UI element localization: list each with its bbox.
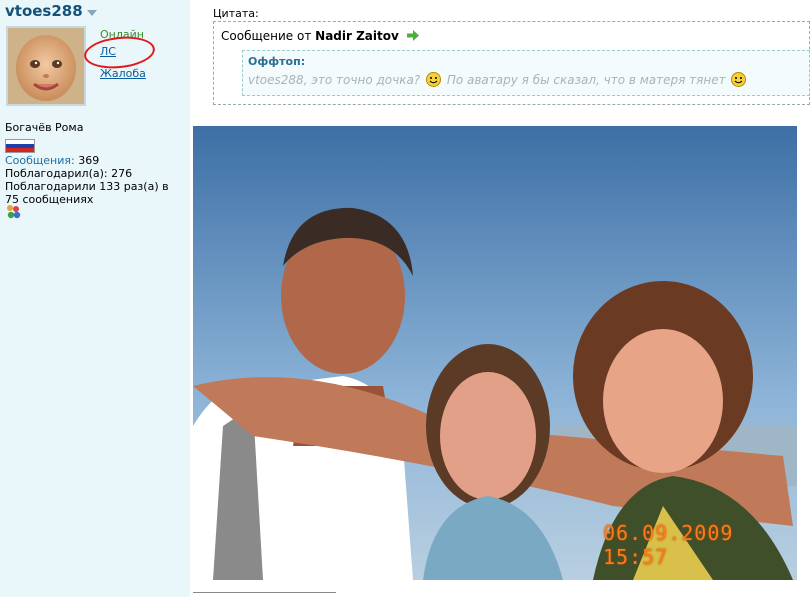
posts-link[interactable]: Сообщения: [5, 154, 75, 167]
divider [193, 592, 336, 593]
reputation-icon [5, 204, 23, 223]
user-stats: Сообщения: 369 Поблагодарил(а): 276 Побл… [5, 154, 185, 206]
quote-label: Цитата: [213, 7, 259, 20]
family-photo-image [193, 126, 797, 580]
username-row[interactable]: vtoes288 [5, 2, 97, 20]
post-photo[interactable]: 06.09.2009 15:57 [193, 126, 797, 580]
report-link[interactable]: Жалоба [100, 67, 146, 80]
view-post-arrow-icon[interactable] [406, 30, 419, 44]
offtop-text-part2: По аватару я бы сказал, что в матеря тян… [446, 73, 726, 87]
baby-avatar-image [8, 28, 84, 104]
posts-count: 369 [78, 154, 100, 167]
real-name: Богачёв Рома [5, 121, 84, 134]
photo-timestamp: 06.09.2009 15:57 [603, 521, 734, 569]
offtop-text: vtoes288, это точно дочка? По аватару я … [248, 72, 748, 90]
smiley-icon [731, 72, 747, 90]
offtop-text-part1: vtoes288, это точно дочка? [248, 73, 421, 87]
offtop-title: Оффтоп: [248, 55, 306, 68]
quote-author: Nadir Zaitov [315, 29, 399, 43]
username[interactable]: vtoes288 [5, 2, 83, 20]
offtop-block: Оффтоп: vtoes288, это точно дочка? По ав… [242, 50, 810, 96]
russia-flag-icon [5, 139, 35, 153]
avatar[interactable] [6, 26, 86, 106]
private-message-link[interactable]: ЛС [100, 45, 116, 58]
thanks-received: Поблагодарили 133 раз(а) в 75 сообщениях [5, 180, 169, 206]
posts-count-line: Сообщения: 369 [5, 154, 185, 167]
quote-prefix: Сообщение от [221, 29, 312, 43]
thanked-count: Поблагодарил(а): 276 [5, 167, 133, 180]
user-sidebar: vtoes288 Онлайн ЛС Жалоба Богачёв Рома С… [0, 0, 190, 597]
online-status: Онлайн [100, 28, 144, 41]
user-menu-caret-icon[interactable] [86, 10, 97, 16]
quote-block: Сообщение от Nadir Zaitov Оффтоп: vtoes2… [213, 21, 810, 105]
quote-header: Сообщение от Nadir Zaitov [221, 29, 419, 44]
smiley-icon [426, 72, 441, 90]
